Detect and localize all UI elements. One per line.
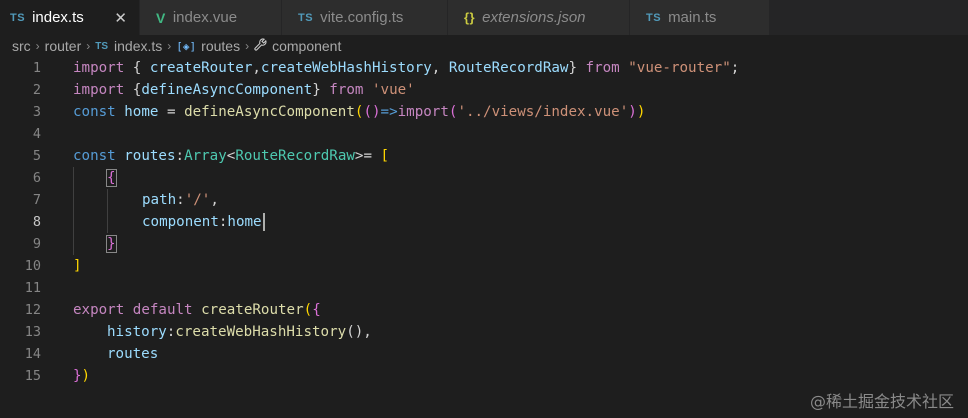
tab-index-ts[interactable]: TS index.ts ✕ [0,0,140,35]
breadcrumb-property-component[interactable]: component [272,38,341,54]
line-number: 7 [32,192,41,208]
tab-label: index.vue [172,9,238,26]
line-number: 4 [32,126,41,142]
tab-label: extensions.json [482,9,586,26]
code-line: 15 }) [0,365,968,387]
json-file-icon: {} [464,10,476,25]
code-text: }) [73,368,91,384]
editor-tab-bar: TS index.ts ✕ V index.vue TS vite.config… [0,0,968,35]
chevron-right-icon: › [35,39,40,53]
typescript-file-icon: TS [95,40,109,52]
code-text: import { createRouter,createWebHashHisto… [73,60,740,76]
code-text: { [106,167,117,189]
line-number: 14 [24,346,41,362]
breadcrumb: src › router › TS index.ts › [◈] routes … [0,35,968,57]
code-text: import {defineAsyncComponent} from 'vue' [73,82,415,98]
tab-main-ts[interactable]: TS main.ts [630,0,770,35]
code-line: 4 [0,123,968,145]
code-line: 3 const home = defineAsyncComponent(()=>… [0,101,968,123]
matching-bracket: } [106,235,117,253]
variable-symbol-icon: [◈] [176,39,197,53]
line-number: 13 [24,324,41,340]
code-text: component:home [142,214,262,230]
code-text: } [106,233,117,255]
typescript-file-icon: TS [298,11,314,24]
vue-file-icon: V [156,9,166,26]
code-text: export default createRouter({ [73,302,321,318]
code-text: const home = defineAsyncComponent(()=>im… [73,104,646,120]
wrench-property-icon [254,38,267,54]
code-text: ] [73,258,82,274]
code-line: 12 export default createRouter({ [0,299,968,321]
line-number: 9 [32,236,41,252]
chevron-right-icon: › [167,39,172,53]
code-line: 11 [0,277,968,299]
code-line: 14 routes [0,343,968,365]
code-text: history:createWebHashHistory(), [107,324,372,340]
code-line: 10 ] [0,255,968,277]
line-number: 11 [24,280,41,296]
breadcrumb-folder-router[interactable]: router [45,38,82,54]
code-line: 1 import { createRouter,createWebHashHis… [0,57,968,79]
code-editor[interactable]: 1 import { createRouter,createWebHashHis… [0,57,968,418]
tab-extensions-json[interactable]: {} extensions.json [448,0,630,35]
line-number: 12 [24,302,41,318]
line-number: 10 [24,258,41,274]
code-line-current: 8 component:home [0,211,968,233]
code-line: 6 { [0,167,968,189]
code-line: 7 path:'/', [0,189,968,211]
line-number: 3 [32,104,41,120]
matching-bracket: { [106,169,117,187]
tab-vite-config-ts[interactable]: TS vite.config.ts [282,0,448,35]
chevron-right-icon: › [245,39,250,53]
line-number: 8 [32,214,41,230]
code-text: routes [107,346,159,362]
typescript-file-icon: TS [646,11,662,24]
code-line: 2 import {defineAsyncComponent} from 'vu… [0,79,968,101]
line-number: 1 [32,60,41,76]
text-cursor [263,213,265,231]
close-tab-icon[interactable]: ✕ [114,9,127,27]
line-number: 5 [32,148,41,164]
code-line: 13 history:createWebHashHistory(), [0,321,968,343]
code-text: path:'/', [142,192,219,208]
line-number: 15 [24,368,41,384]
code-line: 9 } [0,233,968,255]
watermark: @稀土掘金技术社区 [809,392,954,411]
chevron-right-icon: › [86,39,91,53]
line-number: 6 [32,170,41,186]
tab-label: index.ts [32,9,84,26]
code-text: const routes:Array<RouteRecordRaw>= [ [73,148,390,164]
breadcrumb-folder-src[interactable]: src [12,38,31,54]
tab-label: vite.config.ts [320,9,404,26]
breadcrumb-symbol-routes[interactable]: routes [201,38,240,54]
tab-label: main.ts [668,9,717,26]
code-line: 5 const routes:Array<RouteRecordRaw>= [ [0,145,968,167]
line-number: 2 [32,82,41,98]
tab-index-vue[interactable]: V index.vue [140,0,282,35]
typescript-file-icon: TS [10,11,26,24]
breadcrumb-file[interactable]: index.ts [114,38,162,54]
